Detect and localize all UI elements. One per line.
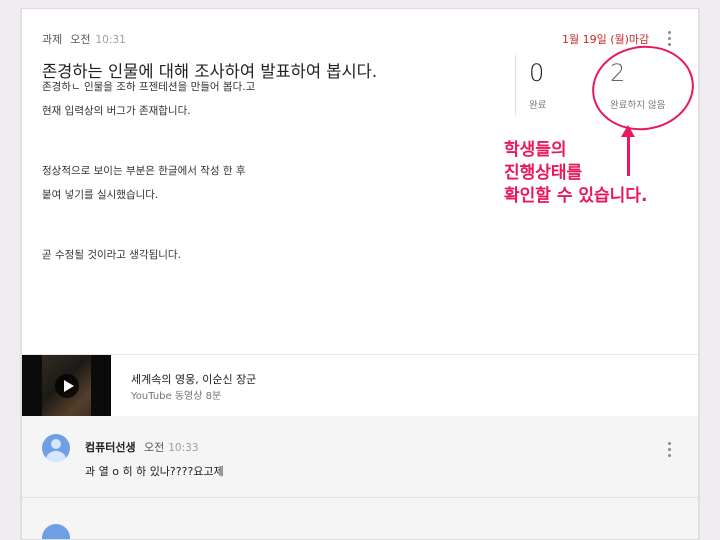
- description-line: 정상적으로 보이는 부분은 한글에서 작성 한 후: [42, 165, 246, 177]
- post-time-period: 오전: [70, 33, 91, 46]
- description-line: 존경하ㄴ 인물을 조하 프젠테션을 만들어 봅다.고: [42, 81, 256, 93]
- comment-more-options-icon[interactable]: [663, 440, 675, 458]
- more-options-icon[interactable]: [663, 29, 675, 47]
- description-line: 곧 수정될 것이라고 생각됩니다.: [42, 249, 181, 261]
- assignment-description: 존경하ㄴ 인물을 조하 프젠테션을 만들어 봅다.고현재 입력상의 버그가 존재…: [42, 81, 502, 261]
- completed-count: 0: [529, 59, 545, 87]
- comments-section: 컴퓨터선생 오전 10:33 과 열 o 히 하 있나????요고제: [22, 416, 698, 539]
- avatar: [42, 524, 70, 539]
- post-type-label: 과제: [42, 33, 63, 46]
- comment-text: 과 열 o 히 하 있나????요고제: [85, 465, 224, 478]
- video-thumbnail[interactable]: [22, 355, 111, 417]
- annotation-line: 진행상태를: [504, 163, 583, 183]
- description-line: [42, 141, 502, 153]
- post-meta: 과제 오전 10:31: [42, 31, 126, 47]
- description-line: [42, 177, 502, 189]
- description-line: [42, 213, 502, 225]
- comment-author: 컴퓨터선생: [85, 441, 136, 454]
- annotation-text: 학생들의 진행상태를 확인할 수 있습니다.: [504, 139, 647, 208]
- attachment-title[interactable]: 세계속의 영웅, 이순신 장군: [131, 371, 256, 387]
- stats-divider: [515, 55, 516, 115]
- comment-item: 컴퓨터선생 오전 10:33 과 열 o 히 하 있나????요고제: [22, 416, 698, 498]
- assignment-title: 존경하는 인물에 대해 조사하여 발표하여 봅시다.: [42, 62, 378, 81]
- avatar: [42, 434, 70, 462]
- description-line: [42, 201, 502, 213]
- annotation-circle: [586, 39, 698, 137]
- comment-time-value: 10:33: [168, 442, 199, 454]
- description-line: 붙여 넣기를 실시했습니다.: [42, 189, 159, 201]
- annotation-line: 확인할 수 있습니다.: [504, 186, 648, 206]
- description-line: [42, 237, 502, 249]
- description-line: [42, 225, 502, 237]
- description-line: 현재 입력상의 버그가 존재합니다.: [42, 105, 191, 117]
- youtube-attachment[interactable]: 세계속의 영웅, 이순신 장군 YouTube 동영상 8분: [22, 354, 698, 418]
- post-time: 10:31: [95, 34, 126, 46]
- description-line: [42, 153, 502, 165]
- stat-completed[interactable]: 0 완료: [529, 59, 546, 111]
- completed-label: 완료: [529, 100, 547, 111]
- due-date: 1월 19일 (월)마감: [562, 33, 650, 46]
- annotation-line: 학생들의: [504, 140, 567, 160]
- assignment-card: 과제 오전 10:31 1월 19일 (월)마감 존경하는 인물에 대해 조사하여 …: [21, 8, 699, 540]
- description-line: [42, 117, 502, 129]
- description-line: [42, 93, 502, 105]
- attachment-subtitle: YouTube 동영상 8분: [131, 391, 222, 402]
- comment-time-period: 오전: [144, 441, 165, 454]
- comment-time: 오전 10:33: [144, 439, 199, 455]
- description-line: [42, 129, 502, 141]
- play-icon[interactable]: [55, 374, 79, 398]
